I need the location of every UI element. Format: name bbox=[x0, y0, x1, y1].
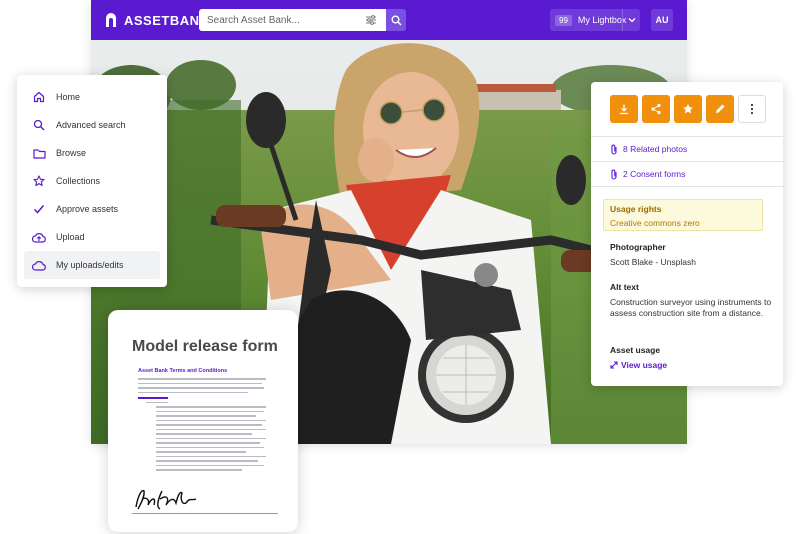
related-photos-label: 8 Related photos bbox=[623, 144, 688, 154]
more-options-button[interactable] bbox=[738, 95, 766, 123]
brand-logo[interactable]: ASSETBANK bbox=[104, 12, 209, 28]
photographer-field: Photographer Scott Blake - Unsplash bbox=[610, 242, 775, 268]
favourite-button[interactable] bbox=[674, 95, 702, 123]
edit-button[interactable] bbox=[706, 95, 734, 123]
sidebar-item-label: Home bbox=[56, 92, 81, 102]
model-release-card[interactable]: Model release form Asset Bank Terms and … bbox=[108, 310, 298, 532]
search-input[interactable] bbox=[199, 14, 359, 26]
sidebar-item-upload[interactable]: Upload bbox=[24, 223, 160, 251]
usage-rights-value: Creative commons zero bbox=[610, 218, 700, 228]
filter-sliders-icon[interactable] bbox=[365, 14, 377, 26]
sidebar-item-home[interactable]: Home bbox=[24, 83, 160, 111]
alt-text-value: Construction surveyor using instruments … bbox=[610, 297, 772, 318]
alt-text-label: Alt text bbox=[610, 282, 639, 292]
marketing-composite: ASSETBANK 99 bbox=[0, 0, 800, 534]
top-bar: ASSETBANK 99 bbox=[91, 0, 687, 40]
more-icon bbox=[750, 103, 754, 115]
search-icon bbox=[391, 15, 402, 26]
download-button[interactable] bbox=[610, 95, 638, 123]
cloud-upload-icon bbox=[32, 230, 46, 244]
asset-details-panel: 8 Related photos 2 Consent forms Usage r… bbox=[591, 82, 783, 386]
photographer-label: Photographer bbox=[610, 242, 666, 252]
home-icon bbox=[32, 90, 46, 104]
asset-usage-label: Asset usage bbox=[610, 345, 661, 355]
action-toolbar bbox=[591, 82, 783, 137]
search-button[interactable] bbox=[386, 9, 406, 31]
sidebar-item-my-uploads[interactable]: My uploads/edits bbox=[24, 251, 160, 279]
download-icon bbox=[620, 104, 628, 115]
sidebar-item-label: Browse bbox=[56, 148, 87, 158]
check-icon bbox=[32, 202, 46, 216]
assetbank-logo-icon bbox=[106, 13, 116, 27]
view-usage-label: View usage bbox=[621, 360, 668, 370]
related-photos-link[interactable]: 8 Related photos bbox=[591, 137, 783, 162]
sidebar-item-label: My uploads/edits bbox=[56, 260, 124, 270]
paperclip-icon bbox=[611, 144, 617, 155]
sidebar-item-label: Collections bbox=[56, 176, 101, 186]
chevron-down-icon bbox=[628, 18, 635, 23]
alt-text-field: Alt text Construction surveyor using ins… bbox=[610, 282, 775, 319]
user-avatar[interactable]: AU bbox=[651, 9, 673, 31]
photographer-value: Scott Blake - Unsplash bbox=[610, 257, 696, 267]
sidebar-item-advanced-search[interactable]: Advanced search bbox=[24, 111, 160, 139]
edit-icon bbox=[716, 104, 725, 113]
release-doc-heading: Asset Bank Terms and Conditions bbox=[138, 368, 228, 374]
release-doc-text bbox=[138, 378, 268, 474]
brand-name: ASSETBANK bbox=[124, 12, 210, 28]
consent-forms-label: 2 Consent forms bbox=[623, 169, 686, 179]
signature-image bbox=[135, 489, 197, 510]
share-button[interactable] bbox=[642, 95, 670, 123]
lightbox-count: 99 bbox=[555, 14, 572, 26]
search-box bbox=[199, 9, 405, 31]
lightbox-label: My Lightbox bbox=[577, 15, 627, 25]
star-icon bbox=[683, 104, 693, 114]
folder-icon bbox=[32, 146, 46, 160]
cloud-icon bbox=[32, 258, 46, 272]
lightbox-button[interactable]: 99 My Lightbox bbox=[550, 9, 640, 31]
sidebar-nav: Home Advanced search Browse Collections … bbox=[17, 75, 167, 287]
sidebar-item-browse[interactable]: Browse bbox=[24, 139, 160, 167]
release-form-title: Model release form bbox=[132, 338, 278, 355]
expand-arrow-icon bbox=[610, 361, 618, 369]
share-icon bbox=[651, 103, 661, 115]
sidebar-item-approve-assets[interactable]: Approve assets bbox=[24, 195, 160, 223]
sidebar-item-label: Upload bbox=[56, 232, 85, 242]
asset-usage-field: Asset usage View usage bbox=[610, 345, 775, 370]
star-icon bbox=[32, 174, 46, 188]
sidebar-item-label: Approve assets bbox=[56, 204, 119, 214]
view-usage-link[interactable]: View usage bbox=[610, 360, 775, 370]
signature-line bbox=[132, 513, 278, 514]
consent-forms-link[interactable]: 2 Consent forms bbox=[591, 162, 783, 187]
paperclip-icon bbox=[611, 169, 617, 180]
sidebar-item-label: Advanced search bbox=[56, 120, 126, 130]
sidebar-item-collections[interactable]: Collections bbox=[24, 167, 160, 195]
usage-rights-box: Usage rights Creative commons zero bbox=[603, 199, 763, 231]
lightbox-dropdown[interactable] bbox=[622, 9, 640, 31]
search-icon bbox=[32, 118, 46, 132]
usage-rights-label: Usage rights bbox=[610, 204, 662, 214]
